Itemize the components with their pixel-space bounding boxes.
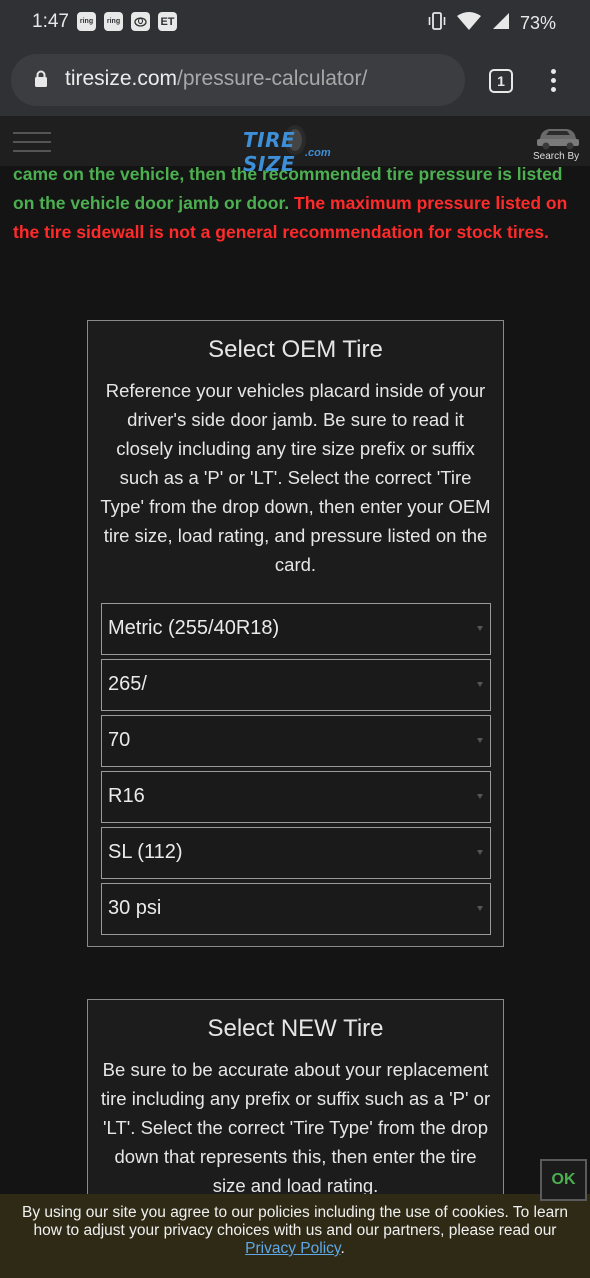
dropdown-arrow-icon xyxy=(477,794,483,799)
cookie-ok-button[interactable]: OK xyxy=(540,1159,587,1201)
oem-tire-card: Select OEM Tire Reference your vehicles … xyxy=(87,320,504,947)
ring-icon: ring xyxy=(77,12,96,31)
pressure-value: 30 psi xyxy=(108,897,162,919)
tab-switcher-button[interactable]: 1 xyxy=(489,69,513,93)
wifi-icon xyxy=(456,11,482,36)
status-time: 1:47 xyxy=(32,11,69,32)
search-by-button[interactable]: Search By xyxy=(533,122,583,162)
logo-sub-text: .com xyxy=(305,147,331,159)
tiresize-logo[interactable]: TIRE SIZE .com xyxy=(243,125,349,176)
pressure-select[interactable]: 30 psi xyxy=(101,883,491,935)
aspect-ratio-select[interactable]: 70 xyxy=(101,715,491,767)
privacy-policy-link[interactable]: Privacy Policy xyxy=(245,1240,340,1257)
dropdown-arrow-icon xyxy=(477,682,483,687)
tire-type-value: Metric (255/40R18) xyxy=(108,617,280,639)
dropdown-arrow-icon xyxy=(477,626,483,631)
toyota-icon xyxy=(131,12,150,31)
cookie-banner: By using our site you agree to our polic… xyxy=(0,1194,590,1278)
dropdown-arrow-icon xyxy=(477,850,483,855)
rim-diameter-value: R16 xyxy=(108,785,145,807)
address-bar[interactable]: tiresize.com/pressure-calculator/ xyxy=(11,54,465,106)
lock-icon xyxy=(34,70,48,93)
battery-level: 73% xyxy=(519,13,556,33)
browser-menu-icon[interactable] xyxy=(549,69,557,95)
browser-toolbar: tiresize.com/pressure-calculator/ 1 xyxy=(0,44,590,116)
car-icon xyxy=(537,129,579,150)
cookie-end: . xyxy=(340,1240,345,1257)
dropdown-arrow-icon xyxy=(477,906,483,911)
new-card-title: Select NEW Tire xyxy=(207,1015,384,1042)
load-rating-value: SL (112) xyxy=(108,841,183,863)
rim-diameter-select[interactable]: R16 xyxy=(101,771,491,823)
url-path: /pressure-calculator/ xyxy=(177,67,368,90)
oem-card-title: Select OEM Tire xyxy=(208,336,383,363)
status-right: 73% xyxy=(428,11,556,36)
dropdown-arrow-icon xyxy=(477,738,483,743)
pressure-notice: came on the vehicle, then the recommende… xyxy=(13,160,579,247)
url-text[interactable]: tiresize.com/pressure-calculator/ xyxy=(65,67,367,91)
url-host: tiresize.com xyxy=(65,67,178,90)
notification-icons: ring ring ET xyxy=(77,12,177,31)
aspect-ratio-value: 70 xyxy=(108,729,131,751)
new-card-description: Be sure to be accurate about your replac… xyxy=(100,1059,491,1196)
status-bar: 1:47 ring ring ET 73% xyxy=(0,0,590,44)
vibrate-icon xyxy=(428,11,446,36)
cookie-message: By using our site you agree to our polic… xyxy=(22,1204,568,1239)
cookie-text: By using our site you agree to our polic… xyxy=(10,1204,580,1258)
load-rating-select[interactable]: SL (112) xyxy=(101,827,491,879)
et-icon: ET xyxy=(158,12,177,31)
tire-width-value: 265/ xyxy=(108,673,147,695)
site-header: TIRE SIZE .com Search By xyxy=(0,116,590,176)
oem-card-description: Reference your vehicles placard inside o… xyxy=(100,380,491,575)
ring-icon: ring xyxy=(104,12,123,31)
tire-type-select[interactable]: Metric (255/40R18) xyxy=(101,603,491,655)
hamburger-menu-icon[interactable] xyxy=(13,132,51,152)
signal-icon xyxy=(492,12,510,35)
tire-width-select[interactable]: 265/ xyxy=(101,659,491,711)
